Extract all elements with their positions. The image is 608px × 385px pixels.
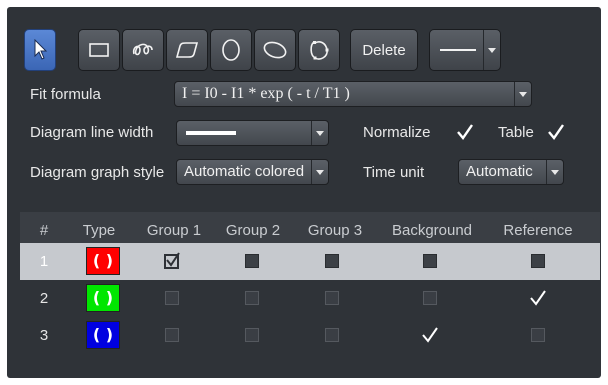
rotated-ellipse-icon — [263, 41, 287, 59]
fit-formula-value: I = I0 - I1 * exp ( - t / T1 ) — [182, 85, 350, 102]
group-3-checkbox[interactable] — [325, 254, 339, 268]
line-style-dropdown[interactable] — [429, 29, 501, 71]
row-number: 1 — [39, 253, 49, 270]
table-checkbox[interactable] — [547, 123, 565, 141]
chevron-down-icon — [483, 30, 500, 70]
graph-style-label: Diagram graph style — [30, 164, 165, 181]
table-row[interactable]: 3 ( ) — [20, 317, 600, 354]
roi-type-swatch: ( ) — [86, 247, 120, 275]
polygon-icon — [175, 42, 199, 58]
polygon-tool-button[interactable] — [166, 29, 208, 71]
group-2-checkbox[interactable] — [245, 291, 259, 305]
roi-type-glyph: ( ) — [92, 251, 114, 270]
freehand-tool-button[interactable] — [122, 29, 164, 71]
ellipse-tool-button[interactable] — [210, 29, 252, 71]
roi-type-glyph: ( ) — [92, 325, 114, 344]
rectangle-tool-button[interactable] — [78, 29, 120, 71]
group-2-checkbox[interactable] — [245, 328, 259, 342]
closed-spline-icon — [310, 41, 329, 60]
delete-button-label: Delete — [362, 41, 406, 59]
row-number: 2 — [39, 290, 49, 307]
chevron-down-icon — [311, 121, 328, 145]
column-header-number: # — [39, 222, 49, 239]
roi-type-swatch: ( ) — [86, 284, 120, 312]
column-header-group-2: Group 2 — [225, 222, 281, 239]
group-3-checkbox[interactable] — [325, 291, 339, 305]
line-width-label: Diagram line width — [30, 124, 154, 141]
table-label: Table — [498, 124, 534, 141]
background-checkbox[interactable] — [421, 326, 439, 344]
group-3-checkbox[interactable] — [325, 328, 339, 342]
time-unit-label: Time unit — [363, 164, 425, 181]
group-1-checkbox[interactable] — [163, 252, 181, 270]
table-row[interactable]: 1 ( ) — [20, 243, 600, 280]
freehand-loop-icon — [132, 43, 153, 56]
reference-checkbox[interactable] — [531, 254, 545, 268]
fit-formula-dropdown[interactable]: I = I0 - I1 * exp ( - t / T1 ) — [174, 81, 532, 107]
reference-checkbox[interactable] — [529, 289, 547, 307]
arrow-pointer-icon — [34, 39, 48, 60]
column-header-reference: Reference — [503, 222, 573, 239]
background-checkbox[interactable] — [423, 254, 437, 268]
fit-formula-label: Fit formula — [30, 86, 101, 103]
rectangle-icon — [89, 43, 109, 57]
background-checkbox[interactable] — [423, 291, 437, 305]
delete-button[interactable]: Delete — [350, 29, 418, 71]
roi-fit-panel: Delete Fit formula I = I0 - I1 * exp ( -… — [7, 7, 601, 378]
reference-checkbox[interactable] — [531, 328, 545, 342]
line-width-dropdown[interactable] — [176, 120, 329, 146]
column-header-background: Background — [391, 222, 473, 239]
column-header-group-3: Group 3 — [307, 222, 363, 239]
line-width-preview — [186, 131, 236, 135]
rotated-ellipse-tool-button[interactable] — [254, 29, 296, 71]
roi-type-swatch: ( ) — [86, 321, 120, 349]
select-tool-button[interactable] — [24, 29, 56, 71]
spline-tool-button[interactable] — [298, 29, 340, 71]
row-number: 3 — [39, 327, 49, 344]
chevron-down-icon — [514, 82, 531, 106]
column-header-group-1: Group 1 — [146, 222, 202, 239]
graph-style-dropdown[interactable]: Automatic colored — [176, 159, 329, 185]
table-row[interactable]: 2 ( ) — [20, 280, 600, 317]
group-1-checkbox[interactable] — [165, 291, 179, 305]
time-unit-dropdown[interactable]: Automatic — [458, 159, 564, 185]
chevron-down-icon — [311, 160, 328, 184]
chevron-down-icon — [546, 160, 563, 184]
column-header-type: Type — [82, 222, 116, 239]
group-2-checkbox[interactable] — [245, 254, 259, 268]
ellipse-icon — [222, 39, 240, 61]
group-1-checkbox[interactable] — [165, 328, 179, 342]
time-unit-value: Automatic — [466, 163, 533, 180]
normalize-checkbox[interactable] — [456, 123, 474, 141]
roi-type-glyph: ( ) — [92, 288, 114, 307]
solid-line-icon — [440, 49, 476, 51]
normalize-label: Normalize — [363, 124, 431, 141]
graph-style-value: Automatic colored — [184, 163, 305, 180]
